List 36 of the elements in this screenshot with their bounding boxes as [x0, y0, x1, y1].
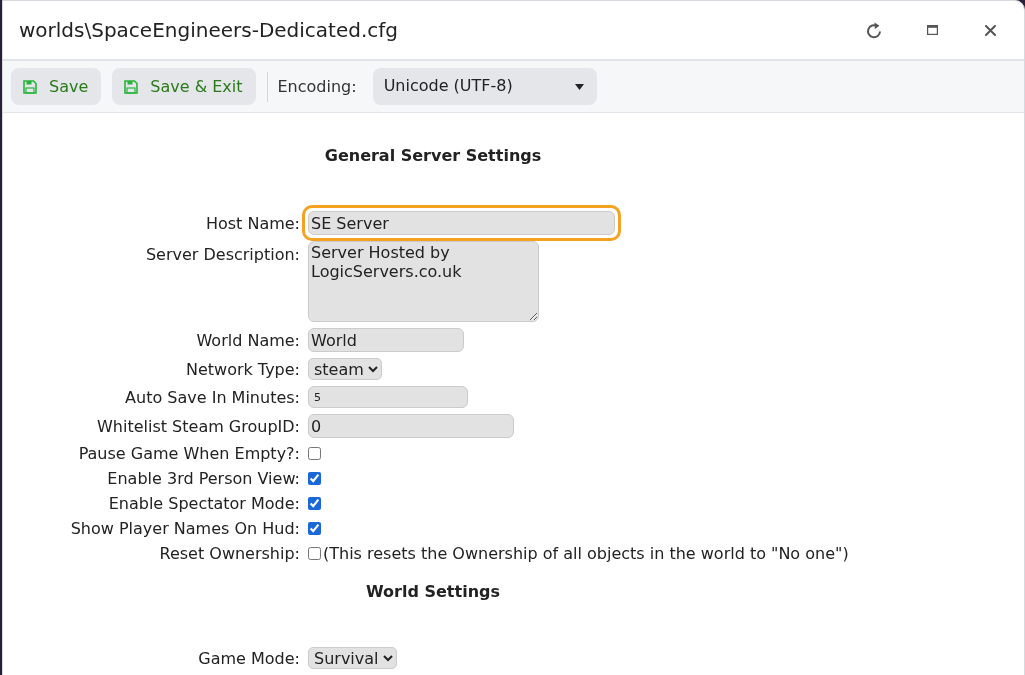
field-label: Host Name: [205, 213, 300, 233]
field-label: Reset Ownership: [159, 544, 300, 563]
field-label: Server Description: [145, 244, 300, 264]
checkbox[interactable] [308, 447, 321, 460]
maximize-icon [926, 25, 938, 35]
save-button[interactable]: Save [11, 68, 102, 105]
encoding-label: Encoding: [277, 77, 357, 96]
field-label: Auto Save In Minutes: [125, 387, 300, 407]
field-label: Whitelist Steam GroupID: [97, 416, 300, 436]
field-label: Network Type: [185, 359, 300, 379]
field-label: Game Mode: [198, 648, 300, 668]
checkbox[interactable] [308, 497, 321, 510]
dropdown[interactable]: Survival [308, 647, 397, 669]
number-field[interactable]: 5 [308, 386, 468, 408]
section-heading: General Server Settings [324, 146, 542, 165]
field-label: Show Player Names On Hud: [70, 519, 300, 538]
checkbox[interactable] [308, 472, 321, 485]
dropdown[interactable]: steam [308, 358, 382, 380]
text-field[interactable]: 0 [308, 414, 514, 438]
window-title: worlds\SpaceEngineers-Dedicated.cfg [19, 18, 399, 42]
section-heading: World Settings [366, 582, 500, 601]
field-label: World Name: [196, 330, 300, 350]
encoding-dropdown[interactable]: Unicode (UTF-8) [372, 68, 597, 105]
field-label: Enable Spectator Mode: [108, 494, 300, 513]
text-field[interactable]: SE Server [302, 205, 621, 241]
text-field[interactable]: World [308, 328, 464, 352]
close-icon [984, 24, 996, 36]
save-button[interactable]: Save & Exit [112, 68, 256, 105]
checkbox[interactable] [308, 547, 321, 560]
field-label: Enable 3rd Person View: [107, 469, 300, 488]
field-label: Pause Game When Empty?: [78, 444, 300, 463]
refresh-icon [866, 21, 882, 39]
caret-icon [574, 83, 584, 90]
checkbox[interactable] [308, 522, 321, 535]
text-area[interactable]: Server Hosted by LogicServers.co.uk [308, 241, 539, 322]
field-note: (This resets the Ownership of all objects in the world to "No one") [323, 544, 849, 563]
